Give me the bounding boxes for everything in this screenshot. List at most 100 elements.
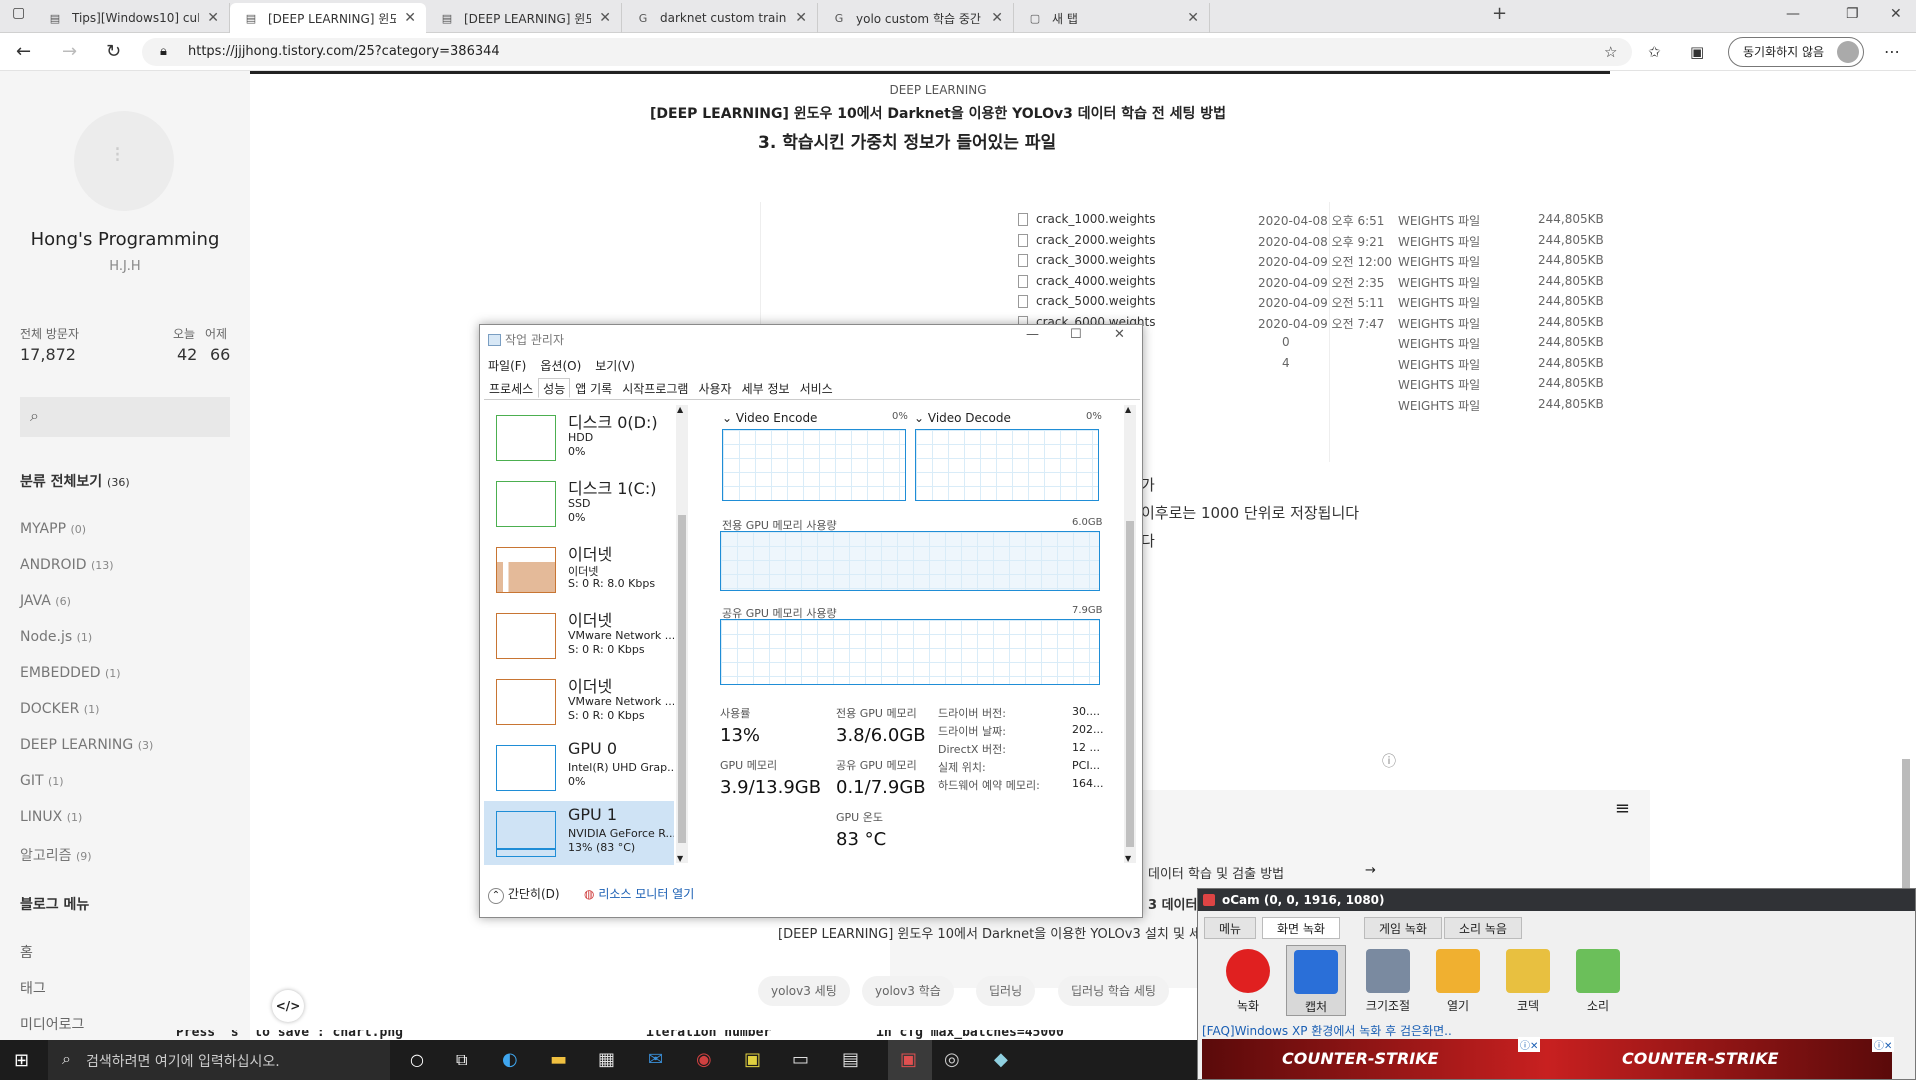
tm-tab[interactable]: 시작프로그램 — [617, 378, 693, 398]
tm-tab[interactable]: 사용자 — [693, 378, 736, 398]
ocam-button[interactable]: 열기 — [1428, 949, 1488, 1014]
post-tag[interactable]: yolov3 학습 — [862, 976, 954, 1006]
tab-close-icon[interactable]: ✕ — [991, 10, 1003, 26]
explorer-icon[interactable]: ▬ — [550, 1049, 567, 1070]
ocam-button[interactable]: 크기조절 — [1358, 949, 1418, 1014]
refresh-icon[interactable]: ↻ — [106, 41, 121, 62]
collections-icon[interactable]: ▣ — [1690, 43, 1704, 61]
category-item[interactable]: JAVA (6) — [20, 593, 71, 609]
ocam-taskbar-item[interactable]: ▣ — [888, 1040, 932, 1080]
tab-close-icon[interactable]: ✕ — [207, 10, 219, 26]
app-icon-3[interactable]: ▤ — [842, 1049, 859, 1070]
category-item[interactable]: 알고리즘 (9) — [20, 845, 92, 865]
new-tab-icon[interactable]: + — [1492, 3, 1507, 24]
tab-close-icon[interactable]: ✕ — [1187, 10, 1199, 26]
resource-item[interactable]: 이더넷 이더넷 S: 0 R: 8.0 Kbps — [484, 537, 674, 601]
tm-tab[interactable]: 세부 정보 — [737, 378, 795, 398]
category-all[interactable]: 분류 전체보기 (36) — [20, 471, 130, 491]
resource-item[interactable]: 이더넷 VMware Network ... S: 0 R: 0 Kbps — [484, 669, 674, 733]
tm-tab[interactable]: 서비스 — [795, 378, 838, 398]
browser-tab[interactable]: Gyolo custom 학습 중간 - Google ✕ — [818, 3, 1014, 33]
post-tag[interactable]: 딥러닝 학습 세팅 — [1058, 976, 1169, 1006]
resource-item[interactable]: GPU 0 Intel(R) UHD Grap... 0% — [484, 735, 674, 799]
ocam-button[interactable]: 코덱 — [1498, 949, 1558, 1014]
ocam-tab[interactable]: 게임 녹화 — [1364, 917, 1442, 939]
app-icon-1[interactable]: ◉ — [696, 1049, 712, 1070]
resource-item[interactable]: 디스크 0(D:) HDD 0% — [484, 405, 674, 469]
resource-list-scrollbar[interactable]: ▲ ▼ — [676, 405, 688, 863]
info-icon[interactable]: ⓘ — [1382, 751, 1396, 771]
edge-icon[interactable]: ◐ — [502, 1049, 518, 1070]
category-item[interactable]: MYAPP (0) — [20, 521, 86, 537]
sync-button[interactable]: 동기화하지 않음 — [1728, 37, 1864, 67]
post-tag[interactable]: 딥러닝 — [976, 976, 1036, 1006]
favorites-icon[interactable]: ✩ — [1648, 43, 1661, 61]
tm-menu-item[interactable]: 옵션(O) — [540, 359, 581, 373]
arrow-right-icon[interactable]: → — [1365, 863, 1376, 878]
back-icon[interactable]: ← — [16, 41, 31, 62]
category-item[interactable]: DOCKER (1) — [20, 701, 99, 717]
ocam-button[interactable]: 캡처 — [1286, 945, 1346, 1016]
tm-menu-item[interactable]: 보기(V) — [595, 359, 635, 373]
tm-minimize-icon[interactable]: — — [1026, 327, 1039, 342]
more-icon[interactable]: ⋯ — [1884, 42, 1900, 61]
browser-tab[interactable]: ▤ [DEEP LEARNING] 윈도우 10에서 ✕ — [426, 3, 622, 33]
windows-start-icon[interactable]: ⊞ — [14, 1050, 29, 1071]
category-item[interactable]: EMBEDDED (1) — [20, 665, 121, 681]
category-item[interactable]: GIT (1) — [20, 773, 64, 789]
category-item[interactable]: DEEP LEARNING (3) — [20, 737, 153, 753]
resource-monitor-link[interactable]: ◍ 리소스 모니터 열기 — [584, 885, 694, 902]
terminal-icon[interactable]: ▭ — [792, 1049, 809, 1070]
app-icon-4[interactable]: ◎ — [944, 1049, 960, 1070]
fewer-details-button[interactable]: ⌃ 간단히(D) — [488, 885, 560, 904]
tab-close-icon[interactable]: ✕ — [795, 10, 807, 26]
tm-tab[interactable]: 앱 기록 — [570, 378, 617, 398]
related-post-2[interactable]: 3 데이터 — [1148, 894, 1197, 913]
minimize-icon[interactable]: — — [1786, 6, 1800, 22]
tm-maximize-icon[interactable]: ☐ — [1070, 327, 1082, 342]
resource-item[interactable]: 이더넷 VMware Network ... S: 0 R: 0 Kbps — [484, 603, 674, 667]
browser-tab[interactable]: Gdarknet custom training - Googl ✕ — [622, 3, 818, 33]
detail-scrollbar[interactable]: ▲ ▼ — [1124, 405, 1136, 863]
blog-menu-item[interactable]: 태그 — [20, 978, 46, 998]
resource-item[interactable]: 디스크 1(C:) SSD 0% — [484, 471, 674, 535]
app-icon-5[interactable]: ◆ — [994, 1049, 1008, 1070]
tab-close-icon[interactable]: ✕ — [599, 10, 611, 26]
ocam-tab[interactable]: 화면 녹화 — [1262, 917, 1340, 939]
url-field[interactable]: 🔒︎ https://jjjhong.tistory.com/25?catego… — [142, 38, 1632, 66]
browser-tab[interactable]: ▢ 새 탭 ✕ — [1014, 3, 1210, 33]
tm-menu-item[interactable]: 파일(F) — [488, 359, 526, 373]
tab-list-icon[interactable]: ▢ — [12, 5, 25, 21]
ocam-tab[interactable]: 메뉴 — [1204, 917, 1257, 939]
related-post-3[interactable]: [DEEP LEARNING] 윈도우 10에서 Darknet을 이용한 YO… — [778, 923, 1228, 942]
ocam-tab[interactable]: 소리 녹음 — [1444, 917, 1522, 939]
search-input[interactable]: ⌕ — [20, 397, 230, 437]
blog-menu-item[interactable]: 미디어로그 — [20, 1014, 84, 1034]
blog-menu-item[interactable]: 홈 — [20, 942, 33, 962]
category-item[interactable]: Node.js (1) — [20, 629, 92, 645]
resource-item[interactable]: GPU 1 NVIDIA GeForce R... 13% (83 °C) — [484, 801, 674, 865]
browser-tab[interactable]: ▤ [DEEP LEARNING] 윈도우 10에서 ✕ — [230, 3, 426, 33]
tm-tab[interactable]: 성능 — [538, 378, 571, 398]
code-icon[interactable]: </> — [272, 990, 304, 1022]
related-post-1[interactable]: 데이터 학습 및 검출 방법 — [1148, 863, 1284, 882]
category-item[interactable]: LINUX (1) — [20, 809, 82, 825]
ocam-faq-link[interactable]: [FAQ]Windows XP 환경에서 녹화 후 검은화면.. — [1202, 1022, 1452, 1039]
forward-icon[interactable]: → — [62, 41, 77, 62]
favorites-add-icon[interactable]: ☆ — [1604, 43, 1617, 61]
taskbar-search[interactable]: ⌕ 검색하려면 여기에 입력하십시오. — [48, 1040, 390, 1080]
hamburger-icon[interactable]: ≡ — [1615, 798, 1630, 819]
blog-logo[interactable]: ⁝ — [74, 111, 174, 211]
tm-close-icon[interactable]: ✕ — [1114, 327, 1125, 342]
video-decode-label[interactable]: ⌄ Video Decode — [914, 411, 1011, 425]
task-view-icon[interactable]: ⧉ — [456, 1050, 467, 1070]
cortana-icon[interactable]: ○ — [410, 1050, 424, 1069]
ocam-button[interactable]: 녹화 — [1218, 949, 1278, 1014]
tm-tab[interactable]: 프로세스 — [484, 378, 538, 398]
store-icon[interactable]: ▦ — [598, 1049, 615, 1070]
browser-tab[interactable]: ▤ Tips][Windows10] cuDNN, CUDA ✕ — [34, 3, 230, 33]
post-category[interactable]: DEEP LEARNING — [250, 83, 1626, 97]
video-encode-label[interactable]: ⌄ Video Encode — [722, 411, 817, 425]
blog-title[interactable]: Hong's Programming — [0, 229, 250, 250]
restore-icon[interactable]: ❐ — [1846, 6, 1859, 22]
